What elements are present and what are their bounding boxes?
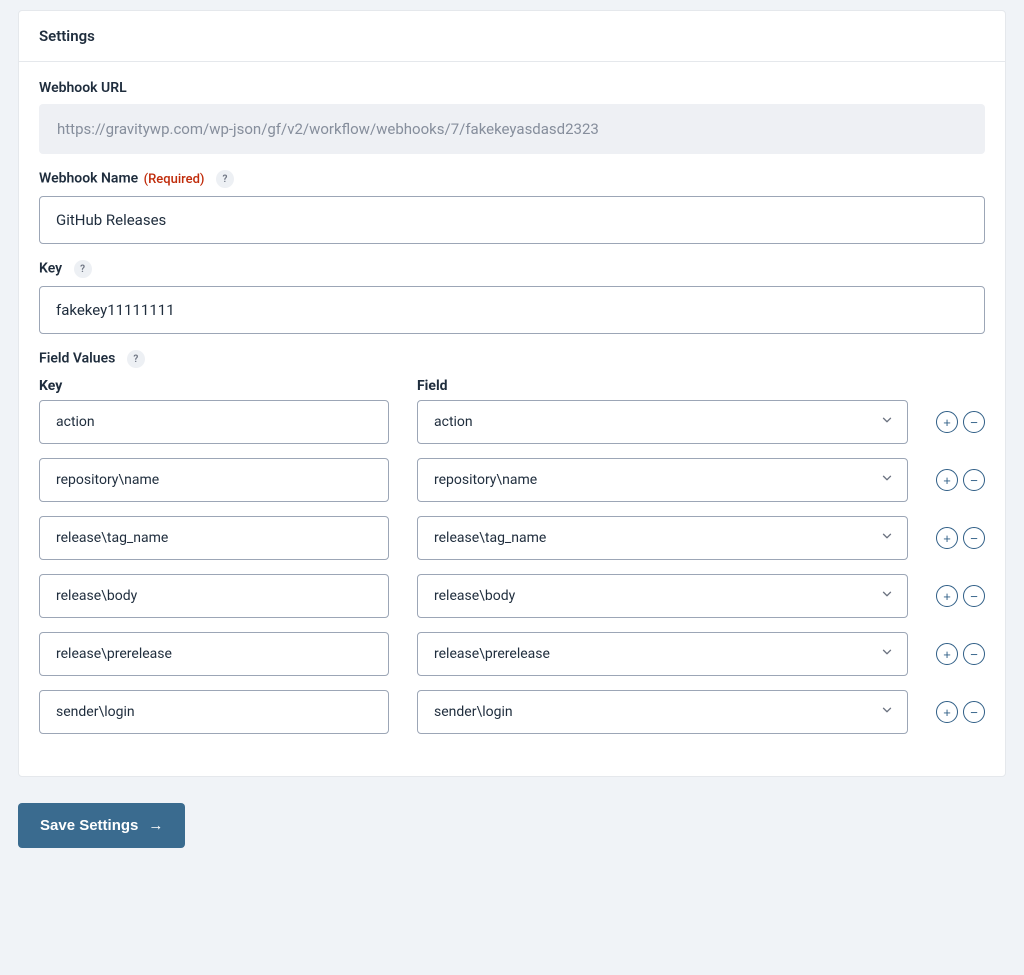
arrow-right-icon: → [148,817,163,834]
table-row: release\tag_name+− [39,516,985,560]
help-icon[interactable]: ? [216,170,234,188]
field-key-input[interactable] [39,690,389,734]
table-row: repository\name+− [39,458,985,502]
field-select[interactable]: action [417,400,908,444]
field-select[interactable]: repository\name [417,458,908,502]
add-row-button[interactable]: + [936,469,958,491]
footer: Save Settings → [0,777,1024,878]
plus-icon: + [943,474,951,487]
field-select-wrap: release\prerelease [417,632,908,676]
field-select[interactable]: release\tag_name [417,516,908,560]
remove-row-button[interactable]: − [963,643,985,665]
save-button-label: Save Settings [40,817,138,834]
row-controls: +− [936,527,985,549]
table-row: release\body+− [39,574,985,618]
columns-header: Key Field [39,378,985,394]
minus-icon: − [970,474,978,487]
field-select-wrap: repository\name [417,458,908,502]
plus-icon: + [943,416,951,429]
field-select[interactable]: release\prerelease [417,632,908,676]
field-rows-container: action+−repository\name+−release\tag_nam… [39,400,985,734]
webhook-url-label: Webhook URL [39,80,985,96]
field-key-input[interactable] [39,632,389,676]
minus-icon: − [970,706,978,719]
row-controls: +− [936,701,985,723]
required-indicator: (Required) [144,172,205,187]
key-label-text: Key [39,261,62,277]
field-key-input[interactable] [39,458,389,502]
webhook-name-group: Webhook Name (Required) ? [39,170,985,244]
remove-row-button[interactable]: − [963,527,985,549]
row-controls: +− [936,411,985,433]
settings-panel: Settings Webhook URL https://gravitywp.c… [18,10,1006,777]
minus-icon: − [970,416,978,429]
column-header-field: Field [417,378,985,394]
key-input[interactable] [39,286,985,334]
field-key-input[interactable] [39,516,389,560]
table-row: release\prerelease+− [39,632,985,676]
field-select[interactable]: release\body [417,574,908,618]
webhook-name-label: Webhook Name (Required) ? [39,170,985,188]
plus-icon: + [943,532,951,545]
field-select-wrap: release\tag_name [417,516,908,560]
add-row-button[interactable]: + [936,643,958,665]
remove-row-button[interactable]: − [963,701,985,723]
field-select-wrap: action [417,400,908,444]
plus-icon: + [943,590,951,603]
table-row: sender\login+− [39,690,985,734]
field-values-section: Field Values ? Key Field action+−reposit… [39,350,985,734]
add-row-button[interactable]: + [936,585,958,607]
key-label: Key ? [39,260,985,278]
add-row-button[interactable]: + [936,701,958,723]
remove-row-button[interactable]: − [963,411,985,433]
plus-icon: + [943,648,951,661]
key-group: Key ? [39,260,985,334]
field-key-input[interactable] [39,574,389,618]
add-row-button[interactable]: + [936,527,958,549]
remove-row-button[interactable]: − [963,469,985,491]
field-values-label: Field Values ? [39,350,985,368]
field-select-wrap: release\body [417,574,908,618]
table-row: action+− [39,400,985,444]
column-header-key: Key [39,378,389,394]
row-controls: +− [936,643,985,665]
plus-icon: + [943,706,951,719]
minus-icon: − [970,590,978,603]
field-select[interactable]: sender\login [417,690,908,734]
add-row-button[interactable]: + [936,411,958,433]
minus-icon: − [970,532,978,545]
webhook-url-value: https://gravitywp.com/wp-json/gf/v2/work… [39,104,985,154]
webhook-name-label-text: Webhook Name [39,171,138,187]
help-icon[interactable]: ? [127,350,145,368]
panel-title: Settings [39,27,985,45]
panel-header: Settings [19,11,1005,62]
webhook-url-group: Webhook URL https://gravitywp.com/wp-jso… [39,80,985,154]
field-key-input[interactable] [39,400,389,444]
row-controls: +− [936,469,985,491]
panel-body: Webhook URL https://gravitywp.com/wp-jso… [19,62,1005,776]
row-controls: +− [936,585,985,607]
field-select-wrap: sender\login [417,690,908,734]
minus-icon: − [970,648,978,661]
help-icon[interactable]: ? [74,260,92,278]
save-settings-button[interactable]: Save Settings → [18,803,185,848]
remove-row-button[interactable]: − [963,585,985,607]
field-values-label-text: Field Values [39,351,115,367]
webhook-name-input[interactable] [39,196,985,244]
